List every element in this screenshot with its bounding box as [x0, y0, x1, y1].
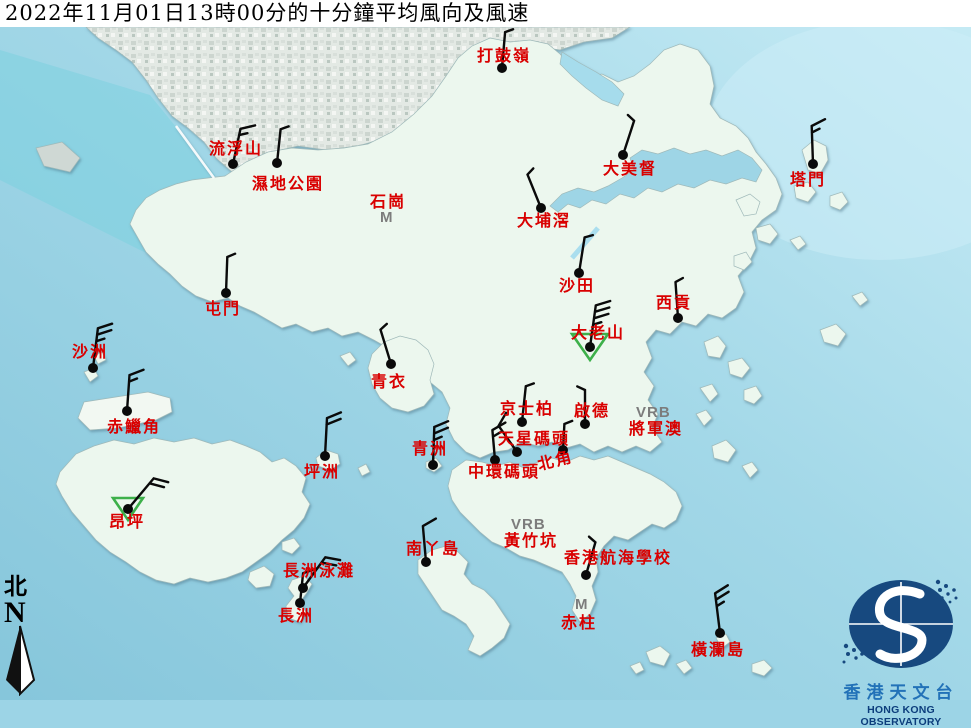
wind-barb-icon	[522, 383, 534, 422]
station-marker-tai-po-kau	[528, 168, 547, 213]
station-dot	[490, 455, 500, 465]
wind-barb-icon	[577, 386, 585, 424]
station-dot	[320, 451, 330, 461]
wind-barb-icon	[433, 421, 448, 465]
station-marker-sha-chau	[88, 324, 112, 373]
station-dot	[512, 447, 522, 457]
wind-barb-icon	[381, 324, 392, 364]
station-dot	[558, 445, 568, 455]
wind-barb-icon	[812, 119, 825, 164]
station-marker-tap-mun	[808, 119, 825, 169]
station-marker-tuen-mun	[221, 254, 235, 298]
station-dot	[536, 203, 546, 213]
wind-barb-icon	[226, 254, 235, 293]
station-dot	[221, 288, 231, 298]
station-marker-wetland-park	[272, 126, 289, 168]
station-dot	[585, 342, 595, 352]
station-marker-waglan-island	[715, 585, 729, 638]
station-marker-lamma-island	[421, 519, 436, 567]
station-marker-kai-tak	[577, 386, 590, 429]
station-dot	[295, 598, 305, 608]
wind-barb-icon	[93, 324, 112, 368]
wind-barb-icon	[590, 301, 610, 347]
wind-map-page: { "title": "2022年11月01日13時00分的十分鐘平均風向及風速…	[0, 0, 971, 700]
station-marker-ngong-ping	[113, 478, 168, 520]
wind-barb-icon	[528, 168, 542, 208]
wind-barb-icon	[676, 278, 683, 318]
station-dot	[618, 150, 628, 160]
station-marker-green-island	[428, 421, 448, 470]
station-dot	[122, 406, 132, 416]
station-marker-north-point	[558, 421, 572, 455]
station-marker-sha-tin	[574, 235, 593, 278]
map-title: 2022年11月01日13時00分的十分鐘平均風向及風速	[0, 0, 971, 27]
station-marker-cheung-chau-beach	[298, 557, 340, 593]
wind-barb-icon	[325, 412, 341, 456]
station-marker-tai-mei-tuk	[618, 115, 634, 160]
station-dot	[386, 359, 396, 369]
north-arrow: 北 N	[4, 575, 38, 696]
wind-barb-icon	[586, 537, 595, 575]
station-marker-tsing-yi	[381, 324, 397, 369]
station-dot	[715, 628, 725, 638]
wind-barb-icon	[303, 557, 340, 588]
wind-barb-icon	[128, 478, 168, 509]
station-dot	[421, 557, 431, 567]
wind-barb-icon	[233, 125, 255, 164]
station-dot	[673, 313, 683, 323]
station-dot	[517, 417, 527, 427]
station-marker-peng-chau	[320, 412, 341, 461]
wind-barb-icon	[423, 519, 436, 562]
station-marker-kings-park	[517, 383, 534, 427]
station-dot	[497, 63, 507, 73]
wind-barb-icon	[715, 585, 729, 633]
wind-barb-icon	[277, 126, 289, 163]
station-dot	[272, 158, 282, 168]
station-dot	[428, 460, 438, 470]
station-marker-lau-fau-shan	[228, 125, 255, 169]
station-marker-tates-cairn	[572, 301, 610, 360]
station-dot	[574, 268, 584, 278]
station-dot	[123, 504, 133, 514]
station-dot	[581, 570, 591, 580]
wind-barb-icon	[127, 370, 144, 411]
station-dot	[808, 159, 818, 169]
hko-logo-icon	[834, 572, 968, 676]
hko-logo-english: HONG KONG OBSERVATORY	[826, 704, 971, 728]
station-marker-ta-kwu-ling	[497, 29, 513, 73]
wind-barb-icon	[502, 29, 513, 68]
wind-barb-icon	[623, 115, 634, 155]
station-dot	[88, 363, 98, 373]
hko-logo-chinese: 香港天文台	[826, 678, 971, 703]
station-marker-hk-sea-school	[581, 537, 595, 580]
station-dot	[228, 159, 238, 169]
station-marker-chek-lap-kok	[122, 370, 144, 416]
wind-barb-icon	[579, 235, 593, 273]
hko-logo: 香港天文台 HONG KONG OBSERVATORY	[826, 572, 971, 728]
north-label-n: N	[4, 599, 38, 626]
station-marker-sai-kung	[673, 278, 683, 323]
north-arrow-icon	[4, 624, 38, 696]
north-label-chinese: 北	[4, 575, 38, 598]
station-dot	[580, 419, 590, 429]
station-marker-central-pier	[490, 423, 505, 465]
